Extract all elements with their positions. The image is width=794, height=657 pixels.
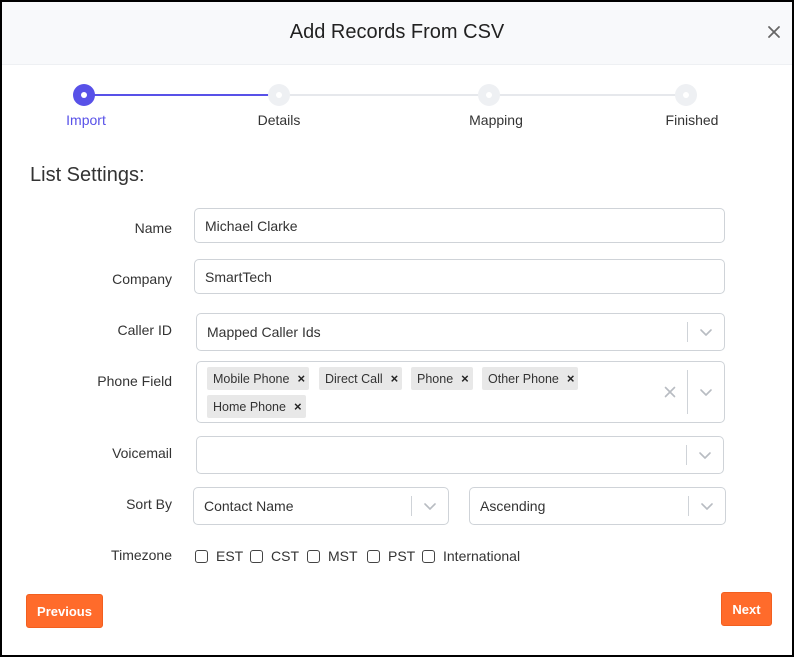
name-input-value: Michael Clarke bbox=[205, 217, 298, 234]
select-separator bbox=[687, 370, 688, 414]
company-input-value: SmartTech bbox=[205, 268, 272, 285]
caller-id-select[interactable]: Mapped Caller Ids bbox=[196, 313, 725, 351]
step-mapping-dot[interactable] bbox=[478, 84, 500, 106]
dialog-header: Add Records From CSV bbox=[2, 2, 792, 65]
phone-tag: Direct Call × bbox=[319, 367, 403, 390]
timezone-option-label: EST bbox=[216, 548, 244, 564]
timezone-option-label: CST bbox=[271, 548, 299, 564]
name-label: Name bbox=[134, 220, 172, 236]
select-separator bbox=[688, 496, 689, 516]
remove-tag-icon[interactable]: × bbox=[297, 371, 305, 386]
chevron-down-icon[interactable] bbox=[422, 498, 438, 514]
checkbox[interactable] bbox=[195, 549, 208, 563]
step-finished-dot[interactable] bbox=[675, 84, 697, 106]
add-records-dialog: Add Records From CSV Import Details Mapp… bbox=[0, 0, 794, 657]
close-icon[interactable] bbox=[764, 22, 784, 42]
timezone-option-pst[interactable]: PST bbox=[367, 548, 415, 564]
phone-tag: Home Phone × bbox=[207, 395, 306, 418]
phone-field-multiselect[interactable]: Mobile Phone × Direct Call × Phone × Oth… bbox=[196, 361, 725, 423]
remove-tag-icon[interactable]: × bbox=[461, 371, 469, 386]
checkbox[interactable] bbox=[422, 549, 435, 563]
step-details-label[interactable]: Details bbox=[258, 112, 301, 128]
phone-field-label: Phone Field bbox=[97, 373, 172, 389]
sort-order-value: Ascending bbox=[480, 498, 546, 514]
phone-tag: Other Phone × bbox=[482, 367, 579, 390]
caller-id-label: Caller ID bbox=[117, 322, 172, 338]
phone-tag: Phone × bbox=[411, 367, 473, 390]
phone-tag-label: Home Phone bbox=[213, 399, 286, 414]
sort-by-field-select[interactable]: Contact Name bbox=[193, 487, 449, 525]
select-separator bbox=[687, 322, 688, 342]
timezone-label: Timezone bbox=[111, 547, 172, 563]
company-label: Company bbox=[112, 271, 172, 287]
clear-all-icon[interactable] bbox=[663, 385, 677, 399]
step-mapping-label[interactable]: Mapping bbox=[469, 112, 523, 128]
phone-tag-label: Mobile Phone bbox=[213, 371, 290, 386]
sort-order-select[interactable]: Ascending bbox=[469, 487, 726, 525]
company-input[interactable]: SmartTech bbox=[194, 259, 725, 294]
step-import-dot[interactable] bbox=[73, 84, 95, 106]
step-details-dot[interactable] bbox=[268, 84, 290, 106]
dialog-title: Add Records From CSV bbox=[289, 21, 505, 43]
timezone-option-cst[interactable]: CST bbox=[250, 548, 299, 564]
remove-tag-icon[interactable]: × bbox=[294, 399, 302, 414]
chevron-down-icon[interactable] bbox=[699, 498, 715, 514]
timezone-option-label: International bbox=[443, 548, 521, 564]
phone-tag-label: Other Phone bbox=[488, 371, 559, 386]
chevron-down-icon[interactable] bbox=[697, 447, 713, 463]
voicemail-label: Voicemail bbox=[112, 445, 172, 461]
chevron-down-icon[interactable] bbox=[698, 324, 714, 340]
next-button[interactable]: Next bbox=[721, 592, 772, 626]
timezone-option-mst[interactable]: MST bbox=[307, 548, 358, 564]
sort-by-field-value: Contact Name bbox=[204, 498, 294, 514]
remove-tag-icon[interactable]: × bbox=[567, 371, 575, 386]
previous-button[interactable]: Previous bbox=[26, 594, 103, 628]
checkbox[interactable] bbox=[367, 549, 380, 563]
phone-tag-label: Direct Call bbox=[325, 371, 383, 386]
timezone-option-label: PST bbox=[388, 548, 416, 564]
phone-tag: Mobile Phone × bbox=[207, 367, 310, 390]
phone-tag-label: Phone bbox=[417, 371, 454, 386]
remove-tag-icon[interactable]: × bbox=[391, 371, 399, 386]
checkbox[interactable] bbox=[250, 549, 263, 563]
step-finished-label[interactable]: Finished bbox=[666, 112, 719, 128]
select-separator bbox=[411, 496, 412, 516]
select-separator bbox=[686, 445, 687, 465]
name-input[interactable]: Michael Clarke bbox=[194, 208, 725, 243]
step-import-label[interactable]: Import bbox=[66, 112, 106, 128]
checkbox[interactable] bbox=[307, 549, 320, 563]
sort-by-label: Sort By bbox=[126, 496, 172, 512]
section-title: List Settings: bbox=[30, 164, 145, 186]
caller-id-value: Mapped Caller Ids bbox=[207, 324, 321, 340]
timezone-option-label: MST bbox=[328, 548, 358, 564]
chevron-down-icon[interactable] bbox=[698, 384, 714, 400]
timezone-option-est[interactable]: EST bbox=[195, 548, 243, 564]
stepper-progress bbox=[86, 94, 269, 96]
voicemail-select[interactable] bbox=[196, 436, 724, 474]
timezone-option-international[interactable]: International bbox=[422, 548, 520, 564]
